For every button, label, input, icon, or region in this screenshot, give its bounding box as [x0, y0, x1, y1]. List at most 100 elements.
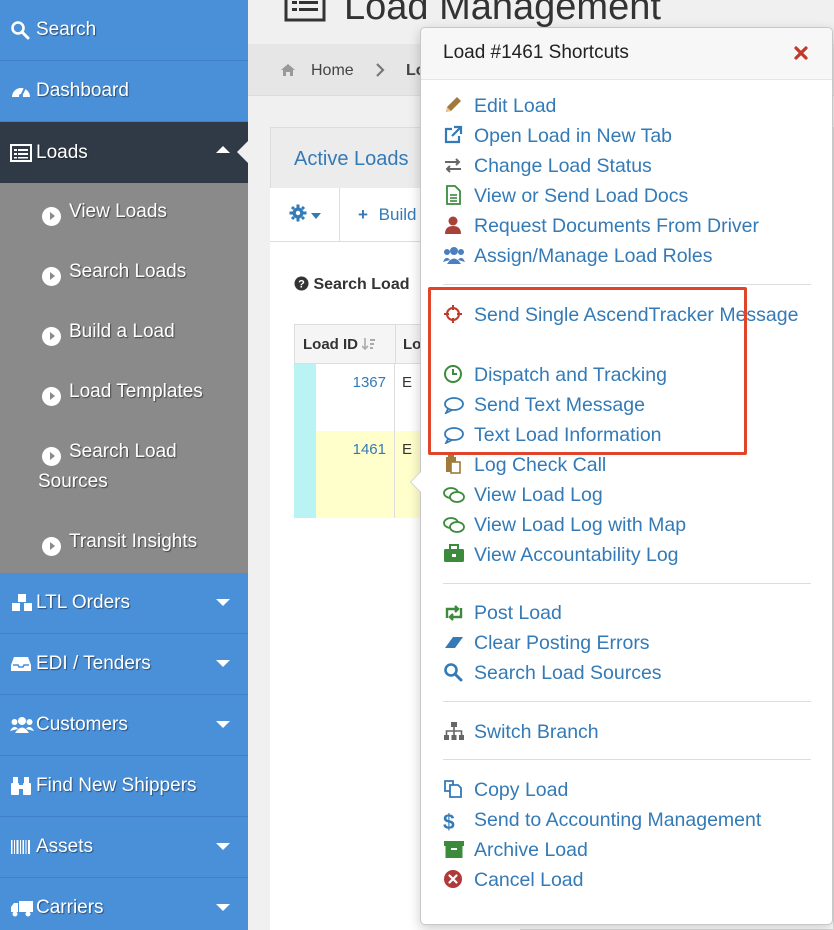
highlight-annotation-box — [428, 287, 747, 455]
sidebar-item-edi-tenders[interactable]: EDI / Tenders — [0, 634, 248, 695]
comments-icon — [443, 513, 474, 543]
retweet-icon — [443, 601, 474, 631]
menu-item-clear-posting-errors[interactable]: Clear Posting Errors — [443, 628, 650, 661]
barcode-icon — [10, 839, 36, 855]
page-title: Load Management — [344, 0, 661, 28]
sidebar-item-label: Loads — [36, 141, 88, 163]
load-id-link[interactable]: 1461 — [316, 431, 394, 518]
menu-item-cancel-load[interactable]: Cancel Load — [443, 865, 584, 898]
divider — [443, 583, 811, 584]
submenu-item-load-templates[interactable]: Load Templates — [0, 377, 248, 407]
plus-icon: + — [358, 205, 368, 224]
load-shortcuts-popover: Load #1461 Shortcuts Edit Load Open Load… — [410, 27, 833, 925]
divider — [443, 701, 811, 702]
menu-item-view-load-log[interactable]: View Load Log — [443, 480, 603, 513]
clipboard-icon — [443, 453, 474, 483]
close-icon[interactable] — [793, 45, 809, 61]
sidebar-item-loads[interactable]: Loads — [0, 122, 248, 183]
popover-header: Load #1461 Shortcuts — [421, 28, 832, 80]
sidebar-item-label: Dashboard — [36, 80, 129, 101]
menu-item-post-load[interactable]: Post Load — [443, 598, 562, 631]
column-header-2[interactable]: Lo — [403, 336, 421, 353]
inbox-icon — [10, 655, 36, 673]
gear-dropdown-button[interactable] — [270, 188, 340, 242]
menu-item-change-load-status[interactable]: Change Load Status — [443, 151, 652, 184]
tab-active-loads[interactable]: Active Loads — [271, 128, 431, 188]
submenu-item-view-loads[interactable]: View Loads — [0, 197, 248, 227]
menu-item-view-send-load-docs[interactable]: View or Send Load Docs — [443, 181, 688, 214]
list-icon — [284, 0, 326, 27]
submenu-item-transit-insights[interactable]: Transit Insights — [0, 527, 248, 557]
menu-item-open-load-new-tab[interactable]: Open Load in New Tab — [443, 121, 672, 154]
dashboard-icon — [10, 82, 36, 100]
sidebar-item-label: Carriers — [36, 897, 104, 918]
menu-item-edit-load[interactable]: Edit Load — [443, 91, 556, 124]
sidebar-item-label: Customers — [36, 714, 128, 735]
chevron-circle-icon — [42, 206, 61, 226]
breadcrumb-home[interactable]: Home — [311, 62, 354, 80]
archive-icon — [443, 838, 474, 868]
table-cell: E — [402, 441, 413, 458]
search-icon — [10, 20, 36, 40]
submenu-item-build-a-load[interactable]: Build a Load — [0, 317, 248, 347]
sidebar-item-customers[interactable]: Customers — [0, 695, 248, 756]
sidebar-item-label: LTL Orders — [36, 592, 130, 613]
file-text-icon — [443, 184, 474, 214]
search-load-label: ? Search Load — [294, 276, 409, 294]
chevron-up-icon — [216, 146, 230, 153]
submenu-item-search-loads[interactable]: Search Loads — [0, 257, 248, 287]
chevron-circle-icon — [42, 386, 61, 406]
chevron-down-icon — [216, 843, 230, 850]
external-link-icon — [443, 124, 474, 154]
column-header-load-id[interactable]: Load ID — [303, 336, 376, 353]
chevron-circle-icon — [42, 536, 61, 556]
column-divider — [395, 325, 396, 365]
submenu-item-search-load-sources[interactable]: Search Load — [0, 437, 248, 467]
comments-icon — [443, 483, 474, 513]
chevron-down-icon — [216, 599, 230, 606]
cubes-icon — [10, 593, 36, 613]
question-circle-icon: ? — [294, 276, 313, 293]
search-icon — [443, 661, 474, 691]
divider — [443, 759, 811, 760]
chevron-down-icon — [310, 206, 321, 224]
sidebar-item-dashboard[interactable]: Dashboard — [0, 61, 248, 122]
sort-icon — [361, 336, 376, 353]
copy-icon — [443, 778, 474, 808]
menu-item-search-load-sources[interactable]: Search Load Sources — [443, 658, 662, 691]
exchange-icon — [443, 154, 474, 184]
chevron-circle-icon — [42, 326, 61, 346]
menu-item-archive-load[interactable]: Archive Load — [443, 835, 588, 868]
sidebar: Search Dashboard Loads View Loads Search… — [0, 0, 248, 930]
menu-item-view-load-log-map[interactable]: View Load Log with Map — [443, 510, 686, 543]
pencil-icon — [443, 94, 474, 124]
menu-item-request-documents-driver[interactable]: Request Documents From Driver — [443, 211, 759, 244]
menu-item-switch-branch[interactable]: Switch Branch — [443, 717, 599, 750]
active-notch — [237, 141, 248, 163]
submenu-item-search-load-sources-line2[interactable]: Sources — [0, 467, 248, 497]
sidebar-item-search[interactable]: Search — [0, 0, 248, 61]
popover-title: Load #1461 Shortcuts — [443, 42, 629, 63]
chevron-down-icon — [216, 904, 230, 911]
menu-item-copy-load[interactable]: Copy Load — [443, 775, 568, 808]
column-divider — [394, 431, 395, 518]
sidebar-item-ltl-orders[interactable]: LTL Orders — [0, 573, 248, 634]
chevron-down-icon — [216, 721, 230, 728]
sidebar-item-label: Search — [36, 19, 97, 40]
sidebar-item-find-new-shippers[interactable]: Find New Shippers — [0, 756, 248, 817]
menu-item-send-to-accounting[interactable]: $ Send to Accounting Management — [443, 805, 761, 838]
chevron-circle-icon — [42, 266, 61, 286]
build-button[interactable]: + Build — [358, 205, 416, 225]
load-id-link[interactable]: 1367 — [316, 364, 394, 431]
menu-item-assign-manage-roles[interactable]: Assign/Manage Load Roles — [443, 241, 713, 274]
eraser-icon — [443, 631, 474, 661]
sidebar-item-assets[interactable]: Assets — [0, 817, 248, 878]
users-icon — [10, 716, 36, 734]
list-icon — [10, 143, 36, 162]
menu-item-view-accountability-log[interactable]: View Accountability Log — [443, 540, 679, 573]
divider — [443, 284, 811, 285]
truck-icon — [10, 899, 36, 917]
sidebar-item-carriers[interactable]: Carriers — [0, 878, 248, 930]
column-divider — [394, 364, 395, 431]
chevron-down-icon — [216, 660, 230, 667]
